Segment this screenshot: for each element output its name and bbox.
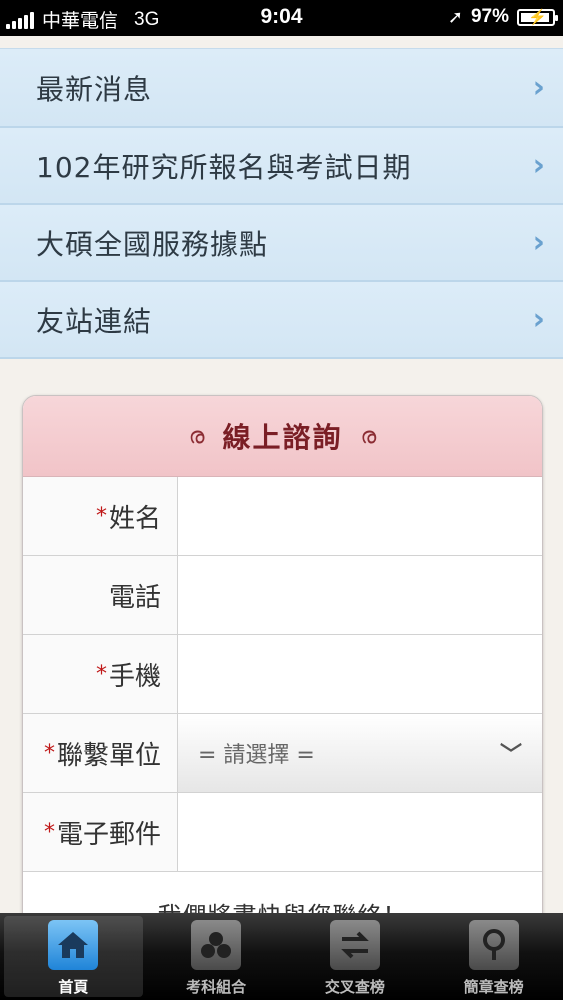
email-label-text: 電子郵件 [56, 819, 161, 850]
unit-select[interactable]: = 請選擇 = ﹀ [178, 714, 542, 792]
status-bar: 中華電信 3G 9:04 ➚ 97% ⚡ [0, 0, 563, 36]
tab-label: 首頁 [58, 978, 89, 996]
unit-label-text: 聯繫單位 [56, 740, 161, 771]
chevron-down-icon: ﹀ [499, 743, 522, 768]
tab-label: 考科組合 [186, 978, 247, 996]
chevron-right-icon: › [532, 70, 545, 105]
menu-item-label: 102年研究所報名與考試日期 [36, 150, 412, 184]
chevron-right-icon: › [532, 148, 545, 183]
form-row-email: * 電子郵件 [23, 793, 542, 872]
menu-item-label: 最新消息 [36, 72, 153, 106]
tab-subject-combo[interactable]: 考科組合 [147, 913, 286, 1000]
phone-label: 電話 [23, 556, 178, 634]
name-label: * 姓名 [23, 477, 178, 555]
chevron-right-icon: › [532, 302, 545, 337]
form-header: ര 線上諮詢 ര [23, 396, 542, 477]
battery-icon: ⚡ [517, 8, 558, 26]
unit-select-value: = 請選擇 = [198, 743, 315, 768]
tab-label: 簡章查榜 [463, 978, 524, 996]
menu-item-links[interactable]: 友站連結 › [0, 282, 563, 359]
form-row-phone: 電話 [23, 556, 542, 635]
swap-icon [329, 920, 380, 970]
menu-item-label: 友站連結 [36, 304, 153, 338]
unit-label: * 聯繫單位 [23, 714, 178, 792]
inquiry-form: ര 線上諮詢 ര * 姓名 電話 * 手機 * 聯繫單位 = 請選擇 = ﹀ *… [22, 395, 543, 957]
required-mark: * [43, 740, 55, 766]
ornament-left-icon: ര [188, 423, 205, 449]
tab-brochure-search[interactable]: 簡章查榜 [424, 913, 563, 1000]
tab-label: 交叉查榜 [324, 978, 385, 996]
home-icon [48, 920, 99, 970]
chevron-right-icon: › [532, 225, 545, 260]
form-title: 線上諮詢 [222, 421, 343, 454]
mobile-label: * 手機 [23, 635, 178, 713]
required-mark: * [95, 503, 107, 529]
mobile-input[interactable] [178, 635, 542, 713]
magnifier-icon [468, 920, 519, 970]
menu-item-label: 大碩全國服務據點 [36, 227, 269, 261]
form-row-mobile: * 手機 [23, 635, 542, 714]
form-row-name: * 姓名 [23, 477, 542, 556]
menu-list: 最新消息 › 102年研究所報名與考試日期 › 大碩全國服務據點 › 友站連結 … [0, 48, 563, 359]
ornament-right-icon: ര [360, 423, 377, 449]
phone-label-text: 電話 [108, 582, 161, 613]
email-input[interactable] [178, 793, 542, 871]
mobile-label-text: 手機 [108, 661, 161, 692]
required-mark: * [43, 819, 55, 845]
tab-cross-search[interactable]: 交叉查榜 [286, 913, 425, 1000]
email-label: * 電子郵件 [23, 793, 178, 871]
location-arrow-icon: ➚ [447, 6, 463, 27]
tab-home[interactable]: 首頁 [4, 916, 143, 997]
menu-item-news[interactable]: 最新消息 › [0, 48, 563, 128]
phone-input[interactable] [178, 556, 542, 634]
name-label-text: 姓名 [108, 503, 161, 534]
form-row-unit: * 聯繫單位 = 請選擇 = ﹀ [23, 714, 542, 793]
menu-item-service-locations[interactable]: 大碩全國服務據點 › [0, 205, 563, 282]
battery-percent: 97% [470, 6, 509, 27]
name-input[interactable] [178, 477, 542, 555]
required-mark: * [95, 661, 107, 687]
cluster-icon [191, 920, 242, 970]
tab-bar: 首頁 考科組合 交叉查榜 簡章查榜 [0, 913, 563, 1000]
menu-item-exam-dates[interactable]: 102年研究所報名與考試日期 › [0, 128, 563, 205]
